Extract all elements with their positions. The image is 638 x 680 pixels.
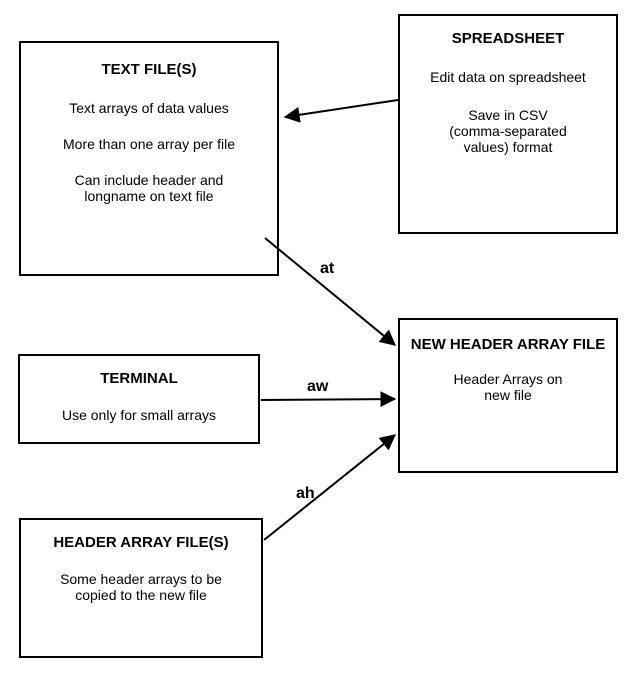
arrow-spreadsheet-to-textfile — [285, 100, 398, 117]
label-at: at — [320, 260, 334, 278]
new-file-line1: Header Arrays on new file — [410, 371, 606, 403]
text-file-line1: Text arrays of data values — [31, 100, 267, 116]
spreadsheet-title: SPREADSHEET — [410, 30, 606, 47]
box-header-array-file: HEADER ARRAY FILE(S) Some header arrays … — [19, 518, 263, 658]
terminal-line1: Use only for small arrays — [30, 407, 248, 423]
header-title: HEADER ARRAY FILE(S) — [31, 534, 251, 551]
terminal-title: TERMINAL — [30, 370, 248, 387]
label-ah: ah — [296, 485, 315, 503]
arrow-header-to-newfile — [264, 435, 395, 540]
arrow-textfile-to-newfile — [265, 238, 395, 345]
spreadsheet-line1: Edit data on spreadsheet — [410, 69, 606, 85]
box-text-file: TEXT FILE(S) Text arrays of data values … — [19, 41, 279, 276]
arrow-terminal-to-newfile — [261, 399, 395, 400]
new-file-title: NEW HEADER ARRAY FILE — [410, 336, 606, 353]
text-file-line2: More than one array per file — [31, 136, 267, 152]
header-line1: Some header arrays to be copied to the n… — [31, 571, 251, 603]
label-aw: aw — [307, 378, 328, 396]
box-new-header-file: NEW HEADER ARRAY FILE Header Arrays on n… — [398, 318, 618, 473]
box-terminal: TERMINAL Use only for small arrays — [18, 354, 260, 444]
spreadsheet-line2: Save in CSV (comma-separated values) for… — [410, 107, 606, 155]
box-spreadsheet: SPREADSHEET Edit data on spreadsheet Sav… — [398, 14, 618, 234]
diagram-canvas: TEXT FILE(S) Text arrays of data values … — [0, 0, 638, 680]
text-file-line3: Can include header and longname on text … — [31, 172, 267, 204]
text-file-title: TEXT FILE(S) — [31, 61, 267, 78]
